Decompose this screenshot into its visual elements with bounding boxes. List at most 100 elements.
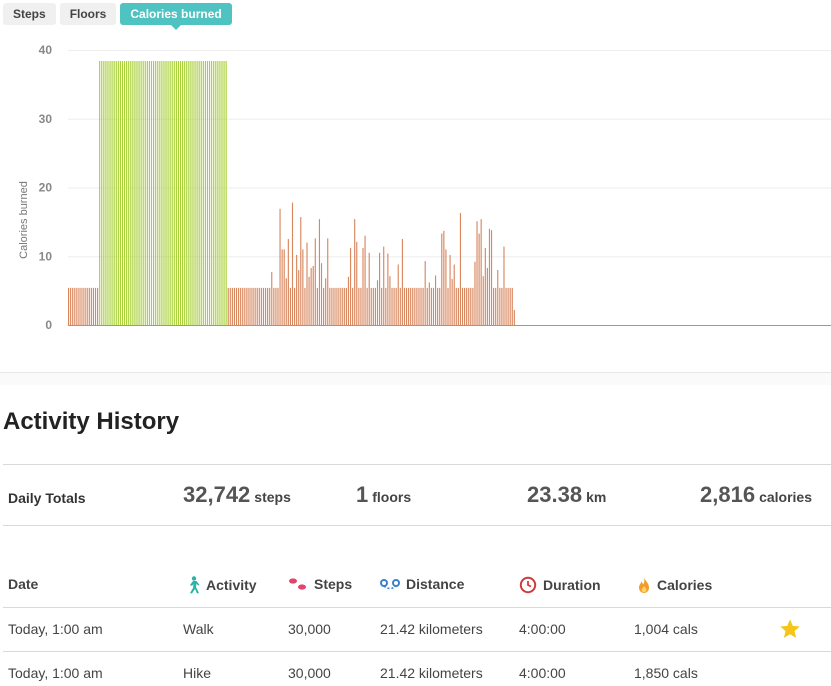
chart-bar	[244, 287, 246, 326]
chart-bar	[242, 287, 244, 326]
chart-bar	[341, 287, 343, 326]
column-header-distance[interactable]: Distance	[380, 576, 464, 592]
divider	[3, 525, 831, 526]
chart-bar	[225, 61, 227, 325]
chart-bar	[283, 249, 285, 326]
chart-bar	[478, 233, 480, 325]
row-2-date: Today, 1:00 am	[8, 665, 103, 681]
chart-bar	[248, 287, 250, 326]
chart-bar	[486, 267, 488, 325]
chart-bar	[119, 61, 121, 325]
chart-bar	[343, 287, 345, 326]
chart-bar	[157, 61, 159, 325]
chart-bar	[94, 287, 97, 326]
chart-bar	[107, 61, 109, 325]
row-2-distance: 21.42 kilometers	[380, 665, 483, 681]
chart-bar	[364, 235, 366, 326]
chart-bar	[376, 280, 379, 325]
chart-bar	[426, 287, 428, 326]
chart-bar	[457, 287, 459, 326]
walking-person-icon	[190, 576, 200, 594]
row-2-steps: 30,000	[288, 665, 331, 681]
chart-bar	[252, 287, 254, 326]
total-distance-unit: km	[586, 489, 607, 505]
chart-bar	[281, 249, 283, 326]
calories-chart: 0 10 20 30 40 Calories burned	[18, 43, 831, 332]
chart-bar	[140, 61, 142, 325]
tab-calories-burned[interactable]: Calories burned	[120, 3, 232, 30]
chart-bar	[298, 270, 300, 325]
star-icon[interactable]	[779, 618, 801, 640]
route-icon	[380, 579, 400, 590]
chart-bar	[314, 238, 316, 326]
chart-bar	[155, 61, 157, 325]
chart-bar	[279, 208, 281, 325]
chart-bar	[403, 287, 406, 326]
chart-bar	[229, 287, 231, 326]
row-1-activity[interactable]: Walk	[183, 621, 214, 637]
column-header-steps[interactable]: Steps	[288, 576, 352, 592]
chart-bar	[130, 61, 132, 325]
chart-bar	[211, 61, 213, 325]
chart-bar	[335, 287, 337, 326]
tab-floors[interactable]: Floors	[59, 3, 117, 25]
column-header-duration[interactable]: Duration	[519, 576, 601, 594]
chart-bar	[217, 61, 219, 325]
chart-bar	[113, 61, 115, 325]
total-distance: 23.38 km	[527, 482, 606, 508]
chart-bar	[126, 61, 128, 325]
total-steps-value: 32,742	[183, 482, 251, 507]
chart-bar	[115, 61, 117, 325]
chart-bar	[260, 287, 262, 326]
chart-bar	[327, 238, 329, 326]
chart-bar	[401, 239, 403, 325]
column-header-activity[interactable]: Activity	[186, 576, 257, 594]
chart-bar	[360, 287, 362, 326]
total-calories: 2,816 calories	[700, 482, 812, 508]
chart-bar	[451, 278, 453, 325]
chart-bar	[505, 287, 507, 326]
chart-bar	[179, 61, 182, 325]
chart-bar	[184, 61, 186, 325]
chart-bar	[99, 61, 101, 325]
chart-bar	[495, 287, 497, 326]
column-header-calories[interactable]: Calories	[637, 576, 712, 594]
column-header-activity-label: Activity	[206, 577, 257, 593]
chart-bar	[410, 287, 412, 326]
chart-bar	[323, 287, 325, 326]
chart-bar	[148, 61, 150, 325]
chart-bar	[132, 61, 134, 325]
chart-bar	[175, 61, 177, 325]
chart-bar	[213, 61, 215, 325]
chart-bar	[271, 272, 273, 325]
chart-bar	[121, 61, 124, 325]
row-2-activity[interactable]: Hike	[183, 665, 211, 681]
chart-bar	[345, 287, 347, 326]
chart-bar	[227, 287, 229, 326]
chart-bar	[78, 287, 80, 326]
chart-bar	[405, 287, 408, 326]
chart-bar	[461, 287, 464, 326]
total-floors-value: 1	[356, 482, 369, 507]
row-1-date: Today, 1:00 am	[8, 621, 103, 637]
chart-bar	[144, 61, 146, 325]
divider	[3, 464, 831, 465]
chart-bar	[370, 287, 372, 326]
chart-bar	[393, 287, 395, 326]
chart-bar	[134, 61, 136, 325]
chart-bars	[68, 61, 515, 326]
chart-bar	[399, 287, 401, 326]
chart-bar	[72, 287, 74, 326]
chart-bar	[70, 287, 72, 326]
chart-bar	[74, 287, 76, 326]
chart-bar	[347, 276, 350, 326]
chart-bar	[312, 265, 314, 326]
chart-bar	[432, 287, 435, 326]
chart-bar	[488, 228, 491, 325]
total-steps: 32,742 steps	[183, 482, 291, 508]
tab-steps[interactable]: Steps	[3, 3, 56, 25]
total-calories-value: 2,816	[700, 482, 756, 507]
column-header-date[interactable]: Date	[8, 576, 38, 592]
chart-bar	[198, 61, 200, 325]
row-1-calories: 1,004 cals	[634, 621, 698, 637]
